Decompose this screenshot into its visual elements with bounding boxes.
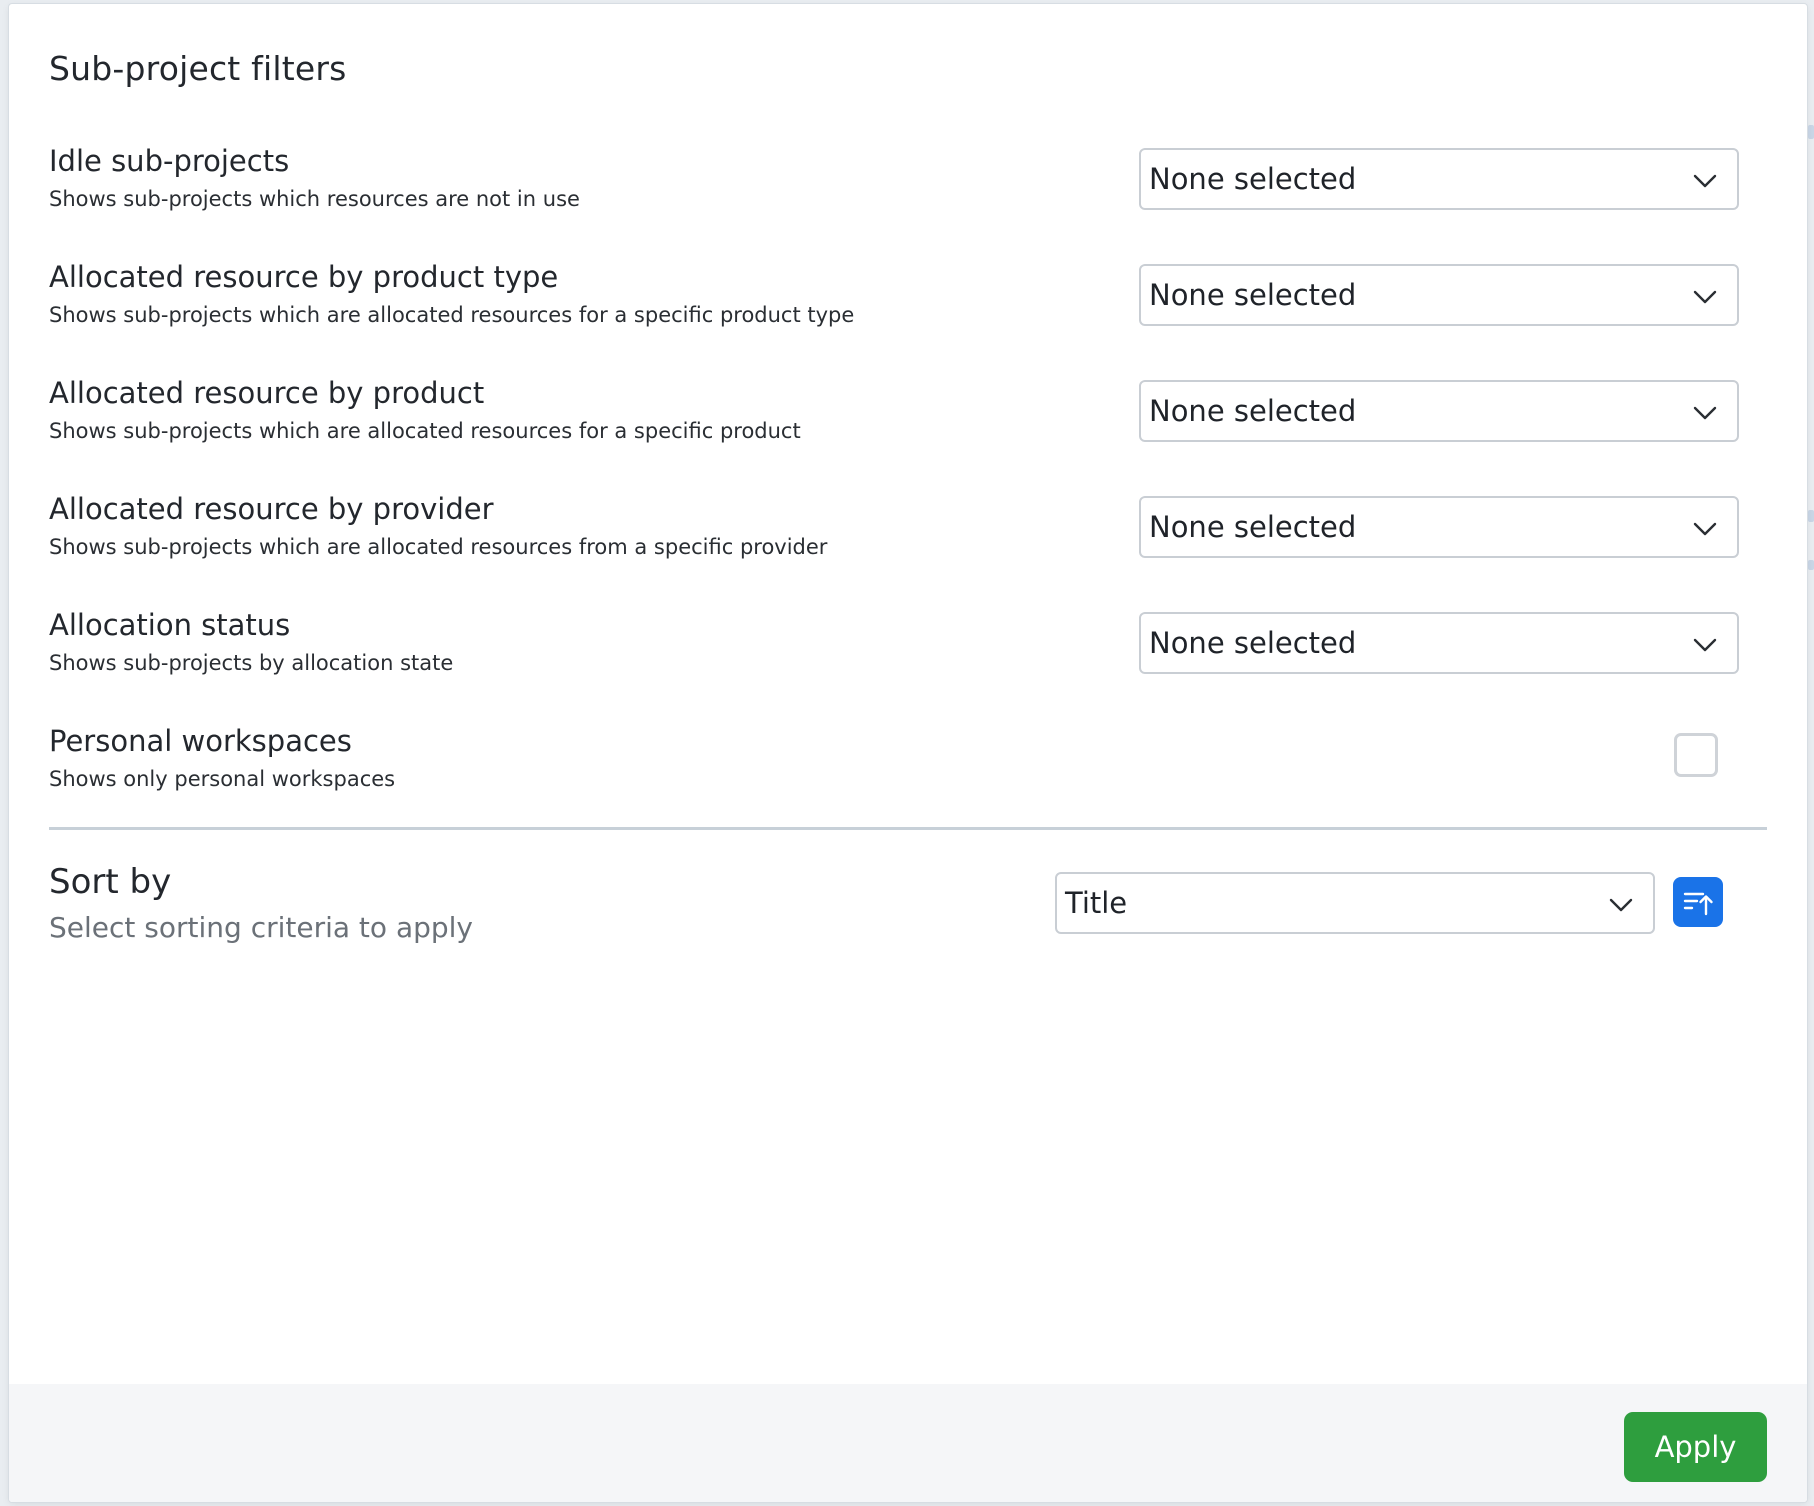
background-fragment <box>1808 560 1814 570</box>
filter-label: Allocated resource by product <box>49 376 485 410</box>
filter-description: Shows sub-projects which are allocated r… <box>49 303 855 327</box>
sort-by-select[interactable]: Title <box>1055 872 1655 934</box>
select-value: None selected <box>1149 162 1357 196</box>
section-divider <box>49 827 1767 830</box>
filter-label: Allocated resource by product type <box>49 260 559 294</box>
idle-sub-projects-select[interactable]: None selected <box>1139 148 1739 210</box>
select-value: Title <box>1065 886 1128 920</box>
filter-description: Shows sub-projects which are allocated r… <box>49 535 828 559</box>
allocation-status-select[interactable]: None selected <box>1139 612 1739 674</box>
chevron-down-icon <box>1693 406 1717 420</box>
product-type-select[interactable]: None selected <box>1139 264 1739 326</box>
product-select[interactable]: None selected <box>1139 380 1739 442</box>
chevron-down-icon <box>1609 898 1633 912</box>
filter-row-personal-workspaces: Personal workspaces Shows only personal … <box>49 724 1749 824</box>
filter-description: Shows sub-projects which are allocated r… <box>49 419 801 443</box>
filter-description: Shows only personal workspaces <box>49 767 396 791</box>
sort-ascending-icon <box>1683 892 1713 916</box>
filter-description: Shows sub-projects which resources are n… <box>49 187 580 211</box>
filters-dialog: Sub-project filters Idle sub-projects Sh… <box>9 4 1807 1502</box>
sort-direction-button[interactable] <box>1673 877 1723 927</box>
chevron-down-icon <box>1693 174 1717 188</box>
background-fragment <box>1808 510 1814 522</box>
select-value: None selected <box>1149 626 1357 660</box>
chevron-down-icon <box>1693 522 1717 536</box>
filter-label: Idle sub-projects <box>49 144 290 178</box>
select-value: None selected <box>1149 278 1357 312</box>
dialog-title: Sub-project filters <box>49 49 347 88</box>
sort-by-label: Sort by <box>49 862 172 902</box>
filter-label: Allocated resource by provider <box>49 492 494 526</box>
apply-button[interactable]: Apply <box>1624 1412 1767 1482</box>
filter-description: Shows sub-projects by allocation state <box>49 651 454 675</box>
select-value: None selected <box>1149 394 1357 428</box>
filter-label: Allocation status <box>49 608 291 642</box>
sort-by-description: Select sorting criteria to apply <box>49 911 473 944</box>
chevron-down-icon <box>1693 290 1717 304</box>
select-value: None selected <box>1149 510 1357 544</box>
provider-select[interactable]: None selected <box>1139 496 1739 558</box>
chevron-down-icon <box>1693 638 1717 652</box>
background-fragment <box>1808 125 1814 139</box>
filter-label: Personal workspaces <box>49 724 352 758</box>
personal-workspaces-checkbox[interactable] <box>1674 733 1718 777</box>
dialog-footer: Apply <box>9 1384 1807 1502</box>
